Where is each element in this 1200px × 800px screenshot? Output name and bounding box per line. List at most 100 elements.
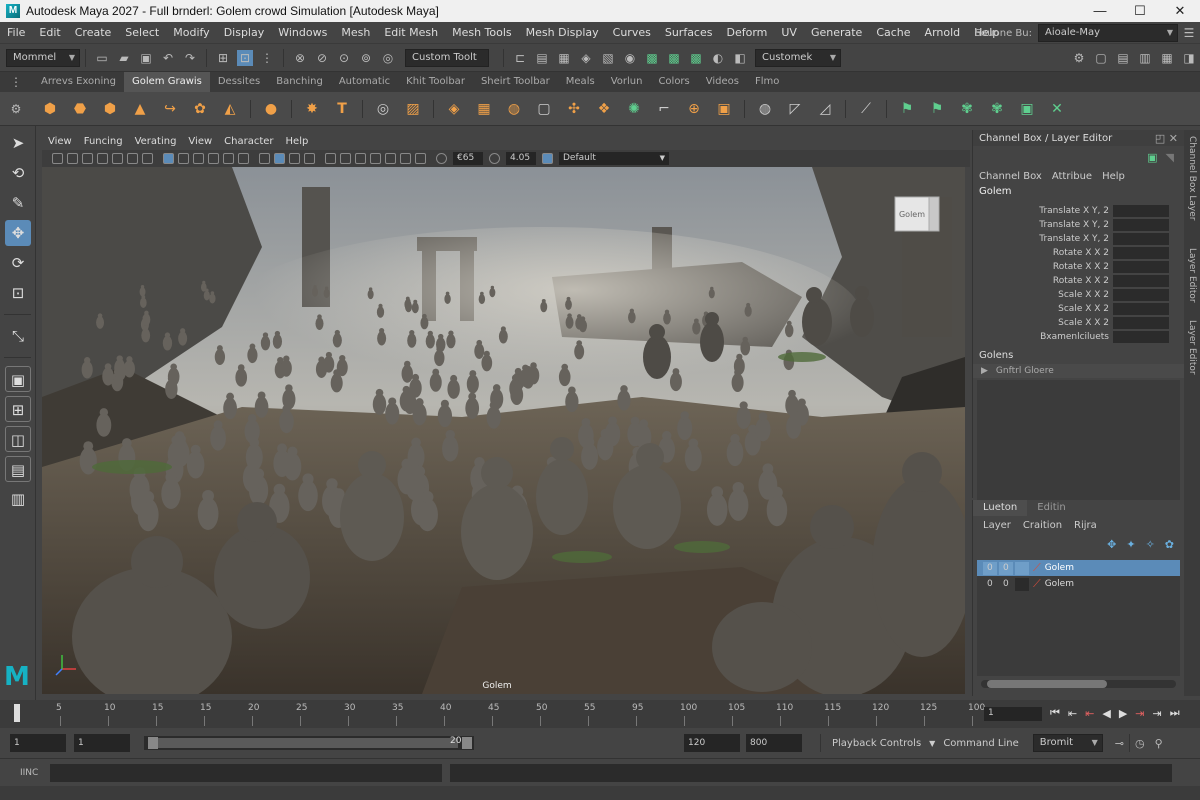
open-folder-icon[interactable]: ▰	[116, 50, 132, 66]
soft-mod-icon[interactable]: ◍	[503, 98, 525, 120]
shelf-tab-0[interactable]: Arrevs Exoning	[33, 72, 124, 92]
shelf-tab-5[interactable]: Khit Toolbar	[398, 72, 473, 92]
gamma-toggle-icon[interactable]	[489, 153, 500, 164]
menu-modify[interactable]: Modify	[166, 26, 216, 39]
attr-value-field[interactable]	[1113, 303, 1169, 315]
select-component-icon[interactable]: ⋮	[259, 50, 275, 66]
menu-edit[interactable]: Edit	[32, 26, 67, 39]
vp-menu-help[interactable]: Help	[280, 136, 315, 147]
menu-cache[interactable]: Cache	[869, 26, 917, 39]
maximize-button[interactable]: ☐	[1120, 0, 1160, 22]
scrollbar-thumb[interactable]	[987, 680, 1107, 688]
menu-surfaces[interactable]: Surfaces	[658, 26, 720, 39]
source-dropdown[interactable]: Aioale-May ▼	[1038, 24, 1178, 42]
fluid-icon[interactable]: ❖	[593, 98, 615, 120]
snap-point-icon[interactable]: ⊙	[336, 50, 352, 66]
arnold-ipr-icon[interactable]: ▩	[666, 50, 682, 66]
range-bar[interactable]: 20	[144, 736, 474, 750]
skin-icon[interactable]: ✺	[623, 98, 645, 120]
attr-row[interactable]: Scale X X 2	[973, 316, 1184, 330]
viewport-3d[interactable]: Golem Golem	[42, 167, 965, 694]
new-layer-selected-icon[interactable]: ✧	[1146, 538, 1155, 551]
cb-menu-attribue[interactable]: Attribue	[1052, 171, 1092, 182]
shelf-menu-icon[interactable]: ⋮	[8, 74, 24, 90]
ipr-render-icon[interactable]: ◈	[578, 50, 594, 66]
gamma-field[interactable]: 4.05	[506, 152, 536, 165]
menu-file[interactable]: File	[0, 26, 32, 39]
wire-sphere-icon[interactable]: ◍	[754, 98, 776, 120]
move-tool-icon[interactable]: ✥	[5, 220, 31, 246]
layer-type[interactable]	[1015, 577, 1029, 591]
layout-four-icon[interactable]: ⊞	[5, 396, 31, 422]
attr-row[interactable]: Bxamenlciluets	[973, 330, 1184, 344]
isolate-icon[interactable]	[259, 153, 270, 164]
select-object-icon[interactable]: ⊡	[237, 49, 253, 66]
minimize-button[interactable]: —	[1080, 0, 1120, 22]
ruler-icon[interactable]: ◿	[814, 98, 836, 120]
go-to-end-icon[interactable]: ⏭	[1170, 706, 1180, 720]
step-back-frame-icon[interactable]: ⇤	[1085, 707, 1094, 720]
shelf-tab-3[interactable]: Banching	[268, 72, 331, 92]
light-icon[interactable]: ✸	[301, 98, 323, 120]
shelf-tab-9[interactable]: Colors	[650, 72, 697, 92]
mode-dropdown[interactable]: Mommel ▼	[6, 48, 80, 67]
attr-row[interactable]: Scale X X 2	[973, 302, 1184, 316]
menu-windows[interactable]: Windows	[271, 26, 334, 39]
polygon-cylinder-icon[interactable]: ⬢	[99, 98, 121, 120]
toggle-icon[interactable]: ◐	[710, 50, 726, 66]
float-panel-icon[interactable]: ◰ ✕	[1155, 132, 1178, 145]
smooth-shade-icon[interactable]	[178, 153, 189, 164]
text-tool-icon[interactable]: T	[331, 98, 353, 120]
particles-icon[interactable]: ✣	[563, 98, 585, 120]
layout-custom-icon[interactable]: ▥	[5, 486, 31, 512]
antialias-icon[interactable]	[385, 153, 396, 164]
snap-view-icon[interactable]: ◎	[380, 50, 396, 66]
menu-uv[interactable]: UV	[774, 26, 804, 39]
save-icon[interactable]: ▣	[138, 50, 154, 66]
motion-blur-icon[interactable]	[370, 153, 381, 164]
attr-value-field[interactable]	[1113, 275, 1169, 287]
channel-key-icon[interactable]: ▣	[1147, 151, 1157, 164]
layer-tab-0[interactable]: Lueton	[973, 500, 1028, 516]
exposure-toggle-icon[interactable]	[436, 153, 447, 164]
clock-icon[interactable]: ◷	[1135, 737, 1145, 750]
layer-playback[interactable]: 0	[999, 561, 1013, 575]
render-dropdown[interactable]: Bromit ▼	[1032, 734, 1103, 752]
range-start-handle[interactable]	[148, 737, 158, 749]
image-plane-icon[interactable]	[82, 153, 93, 164]
time-slider[interactable]: 5 10 15 15 20 25 30 35 40 45 50 55 95 100 105 110 115 120…	[0, 700, 1200, 728]
new-layer-icon[interactable]: ✦	[1126, 538, 1135, 551]
playback-controls-label[interactable]: Playback Controls	[832, 738, 921, 749]
layer-visibility[interactable]: 0	[983, 577, 997, 591]
exposure-field[interactable]: €65	[453, 152, 483, 165]
sidebar-toggle-2-icon[interactable]: ▤	[1115, 50, 1131, 66]
side-tab-channel-box[interactable]: Channel Box Layer	[1187, 136, 1197, 221]
attr-row[interactable]: Translate X Y, 2	[973, 218, 1184, 232]
shelf-tab-8[interactable]: Vorlun	[603, 72, 651, 92]
animation-end-field[interactable]: 800	[746, 734, 802, 752]
custom-menu-dropdown[interactable]: Customek ▼	[755, 48, 841, 67]
command-line-label[interactable]: Command Line	[943, 738, 1018, 749]
curve-tool-icon[interactable]: ↪	[159, 98, 181, 120]
layer-row[interactable]: 0 0 ⟋ Golem	[977, 576, 1180, 592]
film-gate-icon[interactable]	[112, 153, 123, 164]
bookmark-icon[interactable]	[67, 153, 78, 164]
lights-icon[interactable]	[208, 153, 219, 164]
joint-icon[interactable]: ⌐	[653, 98, 675, 120]
move-layer-icon[interactable]: ✥	[1107, 538, 1116, 551]
attr-value-field[interactable]	[1113, 205, 1169, 217]
menu-options-icon[interactable]: ☰	[1181, 25, 1197, 41]
attr-row[interactable]: Rotate X X 2	[973, 260, 1184, 274]
render-settings-icon[interactable]: ▧	[600, 50, 616, 66]
layout-single-icon[interactable]: ▣	[5, 366, 31, 392]
close-button[interactable]: ✕	[1160, 0, 1200, 22]
command-input[interactable]	[50, 763, 442, 782]
hud-icon[interactable]	[304, 153, 315, 164]
gate-mask-icon[interactable]	[142, 153, 153, 164]
cb-menu-channel-box[interactable]: Channel Box	[979, 171, 1042, 182]
select-hierarchy-icon[interactable]: ⊞	[215, 50, 231, 66]
playback-end-field[interactable]: 120	[684, 734, 740, 752]
play-forward-icon[interactable]: ▶	[1119, 707, 1127, 720]
redo-icon[interactable]: ↷	[182, 50, 198, 66]
shelf-tab-4[interactable]: Automatic	[331, 72, 398, 92]
